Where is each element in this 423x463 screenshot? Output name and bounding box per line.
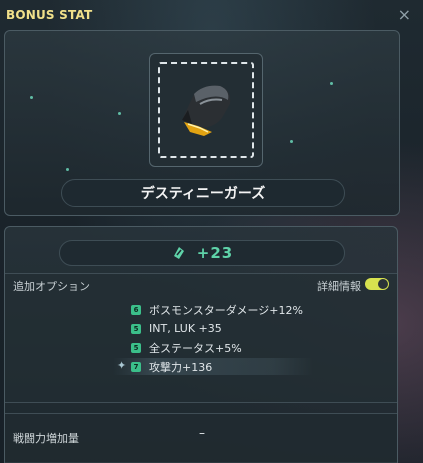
- decor-dot: [66, 168, 69, 171]
- combat-power-section: 戦闘力増加量 –: [5, 413, 397, 463]
- item-name-bar: デスティニーガーズ: [61, 179, 345, 207]
- decor-dot: [30, 96, 33, 99]
- detail-info-label: 詳細情報: [317, 280, 361, 293]
- option-grade-badge: 7: [131, 361, 141, 372]
- item-slot-selection-frame: [158, 62, 254, 158]
- close-icon[interactable]: ×: [398, 7, 411, 23]
- option-grade-badge: 5: [131, 323, 141, 334]
- option-grade-badge: 6: [131, 304, 141, 315]
- toggle-knob: [378, 279, 388, 289]
- sparkle-icon: ✦: [117, 359, 127, 372]
- decor-dot: [290, 140, 293, 143]
- stat-bar: +23: [59, 240, 345, 266]
- bonus-stat-icon: [173, 247, 184, 259]
- option-text: INT, LUK +35: [149, 322, 222, 335]
- decor-dot: [118, 112, 121, 115]
- option-row: 5 全ステータス+5%: [131, 338, 397, 357]
- option-row: 6 ボスモンスターダメージ+12%: [131, 300, 397, 319]
- combat-power-label: 戦闘力増加量: [13, 432, 79, 445]
- item-panel: デスティニーガーズ: [4, 30, 400, 216]
- combat-power-value: –: [199, 426, 205, 440]
- title-bar: BONUS STAT ×: [0, 0, 423, 30]
- item-name: デスティニーガーズ: [140, 186, 266, 202]
- option-row-highlighted: ✦ 7 攻撃力+136: [113, 357, 397, 376]
- item-slot[interactable]: [149, 53, 263, 167]
- option-text: ボスモンスターダメージ+12%: [149, 303, 303, 317]
- window-title: BONUS STAT: [6, 8, 93, 22]
- option-text: 全ステータス+5%: [149, 341, 242, 355]
- option-list: 6 ボスモンスターダメージ+12% 5 INT, LUK +35 5 全ステータ…: [113, 300, 397, 376]
- bonus-stat-value: +23: [196, 244, 234, 262]
- option-grade-badge: 5: [131, 342, 141, 353]
- black-gauntlet-icon: [182, 85, 231, 136]
- bonus-stat-panel: +23 追加オプション 詳細情報 6 ボスモンスターダメージ+12% 5 INT…: [4, 226, 398, 463]
- additional-options-label: 追加オプション: [13, 280, 90, 293]
- detail-info-toggle[interactable]: [365, 278, 389, 290]
- decor-dot: [330, 82, 333, 85]
- additional-options-section: 追加オプション 詳細情報 6 ボスモンスターダメージ+12% 5 INT, LU…: [5, 273, 397, 403]
- option-row: 5 INT, LUK +35: [131, 319, 397, 338]
- option-text: 攻撃力+136: [149, 360, 213, 374]
